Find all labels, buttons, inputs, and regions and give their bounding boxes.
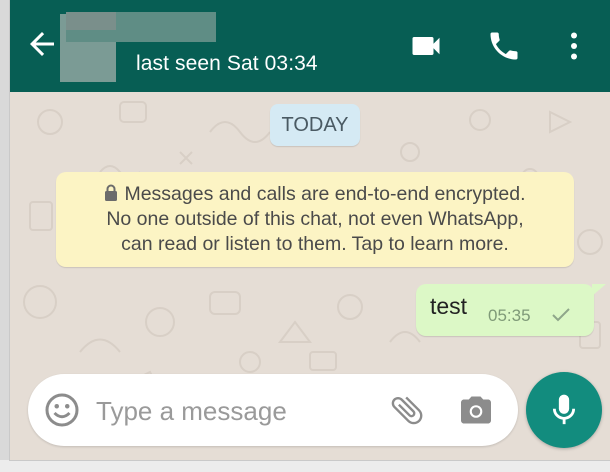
emoji-button[interactable] bbox=[44, 392, 80, 428]
left-frame-edge bbox=[0, 0, 10, 472]
notice-line-3: can read or listen to them. Tap to learn… bbox=[121, 233, 509, 255]
message-time: 05:35 bbox=[488, 306, 531, 325]
voice-message-button[interactable] bbox=[526, 372, 602, 448]
message-text: test bbox=[430, 293, 468, 319]
video-call-button[interactable] bbox=[408, 28, 444, 64]
bubble-tail bbox=[592, 284, 606, 296]
notice-line-2: No one outside of this chat, not even Wh… bbox=[106, 208, 524, 230]
more-vert-icon bbox=[571, 32, 577, 60]
date-chip: TODAY bbox=[270, 104, 360, 146]
phone-icon bbox=[490, 32, 518, 60]
bottom-frame-edge bbox=[0, 460, 610, 472]
attach-icon bbox=[391, 396, 423, 425]
video-call-icon bbox=[412, 37, 440, 55]
notice-line-1: Messages and calls are end-to-end encryp… bbox=[64, 182, 566, 207]
back-button[interactable] bbox=[24, 26, 60, 62]
outgoing-message-bubble[interactable]: test 05:35 bbox=[416, 284, 606, 336]
screenshot-frame: last seen Sat 03:34 TODAY Messages and c… bbox=[0, 0, 610, 472]
chat-area[interactable]: TODAY Messages and calls are end-to-end … bbox=[10, 92, 610, 460]
attach-button[interactable] bbox=[388, 391, 426, 429]
encryption-notice[interactable]: Messages and calls are end-to-end encryp… bbox=[56, 172, 574, 267]
contact-name-redacted-dark bbox=[66, 12, 116, 30]
chat-header: last seen Sat 03:34 bbox=[10, 0, 610, 92]
notice-line-1-text: Messages and calls are end-to-end encryp… bbox=[124, 183, 526, 205]
camera-button[interactable] bbox=[458, 392, 494, 428]
lock-icon bbox=[105, 184, 118, 201]
mic-icon bbox=[552, 394, 576, 425]
back-arrow-icon bbox=[30, 32, 54, 56]
message-composer bbox=[28, 374, 518, 446]
camera-icon bbox=[461, 396, 491, 424]
sent-check-icon bbox=[552, 308, 570, 322]
emoji-icon bbox=[45, 393, 79, 427]
more-options-button[interactable] bbox=[556, 28, 592, 64]
last-seen-status: last seen Sat 03:34 bbox=[136, 52, 318, 75]
chat-screen: last seen Sat 03:34 TODAY Messages and c… bbox=[10, 0, 610, 460]
message-input[interactable] bbox=[94, 384, 398, 438]
encryption-notice-text: Messages and calls are end-to-end encryp… bbox=[64, 182, 566, 257]
voice-call-button[interactable] bbox=[486, 28, 522, 64]
